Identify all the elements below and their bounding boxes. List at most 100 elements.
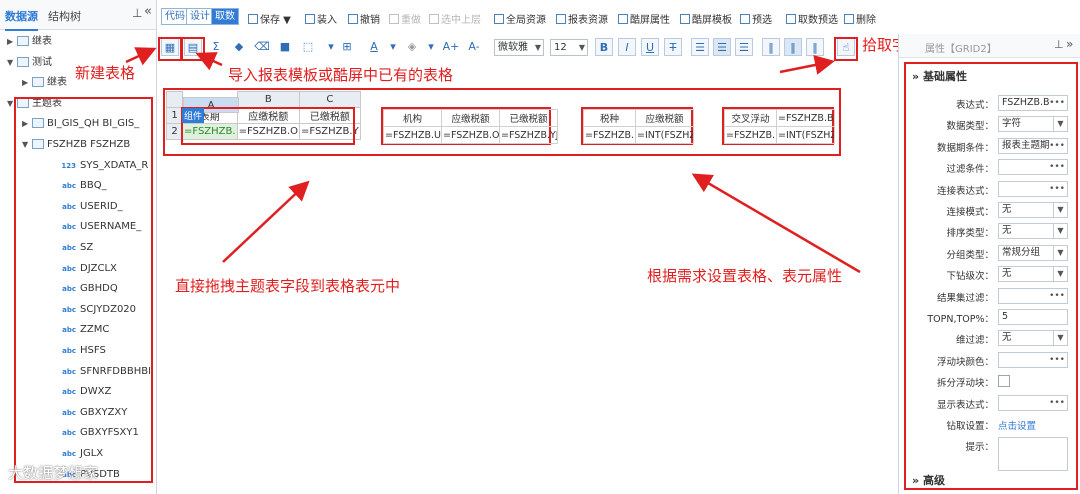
property-select[interactable]: 无 ▼ xyxy=(998,223,1068,240)
grid-cell[interactable]: 机构 xyxy=(383,109,442,127)
property-textarea[interactable] xyxy=(998,437,1068,472)
grid-cell[interactable]: =FSZHZB.B xyxy=(775,109,835,127)
redo-button[interactable]: 重做 xyxy=(389,11,421,26)
property-select[interactable]: 无 ▼ xyxy=(998,202,1068,218)
property-select[interactable]: 无 ▼ xyxy=(998,330,1068,347)
more-options-icon[interactable]: ••• xyxy=(1049,96,1065,110)
report-resources-button[interactable]: 报表资源 xyxy=(556,11,608,26)
property-input[interactable]: ••• xyxy=(998,394,1068,411)
chevron-down-icon[interactable]: ▼ xyxy=(7,55,17,71)
grid-cell[interactable]: =FSZHZB. xyxy=(724,126,777,144)
chevron-down-icon[interactable]: ▼ xyxy=(1053,224,1067,239)
property-select[interactable]: 常规分组 ▼ xyxy=(998,244,1068,261)
brush-icon[interactable]: ◆ xyxy=(230,38,248,56)
eraser-icon[interactable]: ⌫ xyxy=(253,38,271,56)
property-input[interactable]: ••• xyxy=(998,287,1068,304)
col-header[interactable]: C xyxy=(299,91,361,108)
chevron-down-icon[interactable]: ▾ xyxy=(384,38,402,56)
property-input[interactable]: 5 xyxy=(998,309,1068,325)
align-center-icon[interactable]: ☰ xyxy=(713,38,731,56)
table4[interactable]: 交叉浮动 =FSZHZB.B =FSZHZB. =INT(FSZHZ xyxy=(722,107,835,145)
resize-icon[interactable]: ⬚ xyxy=(299,38,317,56)
more-options-icon[interactable]: ••• xyxy=(1049,352,1065,367)
font-grow-icon[interactable]: A+ xyxy=(442,38,460,56)
grid-cell[interactable]: =FSZHZB.YJ xyxy=(499,126,558,144)
grid-cell[interactable]: =FSZHZB.U xyxy=(383,126,442,144)
valign-middle-icon[interactable]: ‖ xyxy=(784,38,802,56)
chevron-right-icon[interactable]: ▶ xyxy=(22,75,32,91)
select-parent-button[interactable]: 选中上层 xyxy=(429,11,481,26)
grid-cell[interactable]: 交叉浮动 xyxy=(724,109,777,127)
more-options-icon[interactable]: ••• xyxy=(1049,160,1065,175)
undo-button[interactable]: 撤销 xyxy=(348,11,380,26)
tab-data-source[interactable]: 数据源 xyxy=(5,8,38,31)
global-resources-button[interactable]: 全局资源 xyxy=(494,11,546,26)
more-options-icon[interactable]: ••• xyxy=(1049,288,1065,303)
double-chevron-right-icon[interactable]: » xyxy=(1066,37,1073,51)
chevron-down-icon[interactable]: ▼ xyxy=(1053,245,1067,260)
chevron-down-icon[interactable]: ▾ xyxy=(422,38,440,56)
strikethrough-icon[interactable]: T xyxy=(664,38,682,56)
underline-icon[interactable]: U xyxy=(641,38,659,56)
screen-properties-button[interactable]: 酷屏属性 xyxy=(618,11,670,26)
property-checkbox[interactable] xyxy=(998,375,1010,388)
bg-color-icon[interactable]: ◈ xyxy=(403,38,421,56)
double-chevron-left-icon[interactable]: « xyxy=(144,4,152,19)
more-options-icon[interactable]: ••• xyxy=(1049,395,1065,410)
grid-cell[interactable]: =INT(FSZHZ xyxy=(634,126,694,144)
grid-cell[interactable]: 应缴税额 xyxy=(441,109,500,127)
property-select[interactable]: 字符 ▼ xyxy=(998,116,1068,133)
italic-icon[interactable]: I xyxy=(618,38,636,56)
property-input[interactable]: ••• xyxy=(998,180,1068,197)
chevron-down-icon[interactable]: ▼ xyxy=(1053,117,1067,132)
fill-icon[interactable]: ■ xyxy=(276,38,294,56)
grid-cell[interactable]: 税种 xyxy=(583,109,636,127)
font-size-select[interactable]: 12 ▼ xyxy=(550,39,588,56)
font-family-select[interactable]: 微软雅 ▼ xyxy=(494,39,544,56)
property-input[interactable]: ••• xyxy=(998,159,1068,176)
tree-node[interactable]: ▶ 继表 xyxy=(7,34,150,50)
font-shrink-icon[interactable]: A- xyxy=(465,38,483,56)
delete-button[interactable]: 删除 xyxy=(844,11,876,26)
chevron-down-icon[interactable]: ▼ xyxy=(1053,331,1067,346)
table3[interactable]: 税种 应缴税额 =FSZHZB. =INT(FSZHZ xyxy=(581,107,694,145)
property-input[interactable]: FSZHZB.B ••• xyxy=(998,95,1068,111)
chevron-right-icon[interactable]: ▶ xyxy=(7,34,17,50)
chevron-down-icon[interactable]: ▼ xyxy=(1053,267,1067,282)
section-basic-properties[interactable]: » 基础属性 xyxy=(912,68,967,84)
fetch-preview-button[interactable]: 取数预选 xyxy=(786,11,838,26)
more-options-icon[interactable]: ••• xyxy=(1049,181,1065,196)
align-right-icon[interactable]: ☰ xyxy=(735,38,753,56)
save-button[interactable]: 保存 ▼ xyxy=(248,11,291,26)
property-link[interactable]: 点击设置 xyxy=(998,418,1036,432)
grid-cell[interactable]: =FSZHZB.O xyxy=(441,126,500,144)
mode-code-button[interactable]: 代码 xyxy=(161,8,189,25)
property-input[interactable]: 报表主题期 ••• xyxy=(998,137,1068,154)
table2[interactable]: 机构 应缴税额 已缴税额 =FSZHZB.U =FSZHZB.O =FSZHZB.YJ xyxy=(381,107,558,145)
sum-icon[interactable]: Σ xyxy=(207,38,225,56)
more-options-icon[interactable]: ••• xyxy=(1049,138,1065,153)
mode-design-button[interactable]: 设计 xyxy=(186,8,214,25)
grid-cell[interactable]: =INT(FSZHZ xyxy=(775,126,835,144)
section-advanced[interactable]: » 高级 xyxy=(912,472,945,488)
bold-icon[interactable]: B xyxy=(595,38,613,56)
chevron-down-icon[interactable]: ▼ xyxy=(1053,203,1067,217)
property-input[interactable]: ••• xyxy=(998,351,1068,368)
mode-fetch-button[interactable]: 取数 xyxy=(211,8,239,25)
screen-template-button[interactable]: 酷屏模板 xyxy=(680,11,732,26)
tab-structure-tree[interactable]: 结构树 xyxy=(48,8,81,24)
grid-cell[interactable]: =FSZHZB. xyxy=(583,126,636,144)
align-left-icon[interactable]: ☰ xyxy=(691,38,709,56)
pin-icon[interactable]: ⊥ xyxy=(1054,38,1064,51)
grid-cell[interactable]: 应缴税额 xyxy=(634,109,694,127)
col-header[interactable]: B xyxy=(236,91,301,108)
valign-top-icon[interactable]: ‖ xyxy=(762,38,780,56)
load-button[interactable]: 装入 xyxy=(305,11,337,26)
valign-bottom-icon[interactable]: ‖ xyxy=(806,38,824,56)
property-select[interactable]: 无 ▼ xyxy=(998,266,1068,283)
merge-icon[interactable]: ⊞ xyxy=(338,38,356,56)
font-color-icon[interactable]: A xyxy=(365,38,383,56)
preview-button[interactable]: 预选 xyxy=(740,11,772,26)
pin-icon[interactable]: ⊥ xyxy=(132,6,142,20)
grid-cell[interactable]: 已缴税额 xyxy=(499,109,558,127)
